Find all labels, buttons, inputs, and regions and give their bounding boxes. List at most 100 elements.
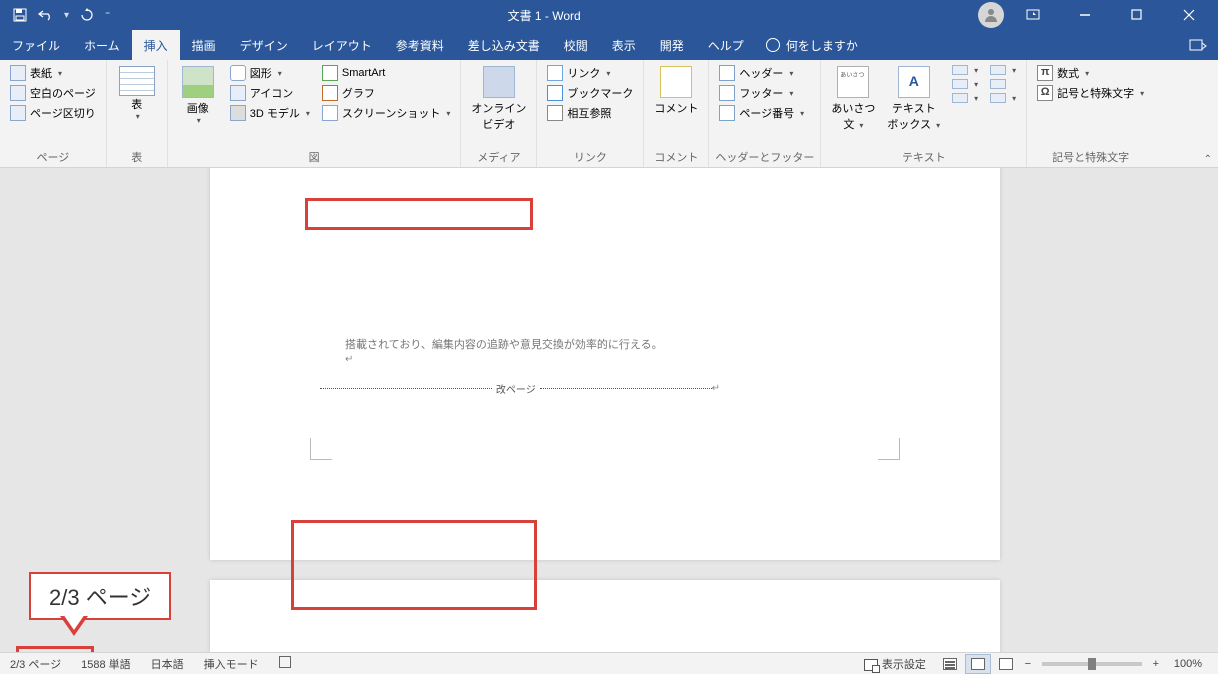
signature-line-button[interactable]: ▾ bbox=[986, 64, 1020, 76]
page-number-button[interactable]: ページ番号▾ bbox=[715, 104, 808, 122]
symbol-button[interactable]: Ω記号と特殊文字▾ bbox=[1033, 84, 1148, 102]
annotation-callout-text: 2/3 ページ bbox=[49, 585, 151, 610]
screenshot-button[interactable]: スクリーンショット▾ bbox=[318, 104, 454, 122]
online-video-button[interactable]: オンライン ビデオ bbox=[467, 64, 530, 134]
status-page-number[interactable]: 2/3 ページ bbox=[0, 656, 71, 672]
zoom-level[interactable]: 100% bbox=[1164, 658, 1218, 670]
tab-home[interactable]: ホーム bbox=[72, 30, 132, 60]
group-label-text: テキスト bbox=[827, 149, 1020, 165]
save-button[interactable] bbox=[12, 7, 28, 23]
header-button[interactable]: ヘッダー▾ bbox=[715, 64, 808, 82]
group-links: リンク▾ ブックマーク 相互参照 リンク bbox=[537, 60, 644, 167]
cover-page-button[interactable]: 表紙▾ bbox=[6, 64, 100, 82]
drop-cap-button[interactable]: ▾ bbox=[948, 92, 982, 104]
redo-button[interactable] bbox=[79, 7, 95, 23]
ribbon-display-options-button[interactable] bbox=[1010, 0, 1056, 30]
zoom-slider-thumb[interactable] bbox=[1088, 658, 1096, 670]
web-layout-button[interactable] bbox=[993, 654, 1019, 674]
ribbon-insert: 表紙▾ 空白のページ ページ区切り ページ 表 ▾ 表 画像 ▾ 図形▾ bbox=[0, 60, 1218, 168]
footer-button[interactable]: フッター▾ bbox=[715, 84, 808, 102]
tab-references[interactable]: 参考資料 bbox=[384, 30, 456, 60]
tab-insert[interactable]: 挿入 bbox=[132, 30, 180, 60]
smartart-button[interactable]: SmartArt bbox=[318, 64, 454, 82]
margin-corner bbox=[310, 438, 332, 460]
tab-file[interactable]: ファイル bbox=[0, 30, 72, 60]
equation-button[interactable]: π数式▾ bbox=[1033, 64, 1148, 82]
body-text[interactable]: 搭載されており、編集内容の追跡や意見交換が効率的に行える。 bbox=[345, 336, 663, 352]
zoom-slider[interactable] bbox=[1042, 662, 1142, 666]
group-header-footer: ヘッダー▾ フッター▾ ページ番号▾ ヘッダーとフッター bbox=[709, 60, 821, 167]
tab-help[interactable]: ヘルプ bbox=[696, 30, 756, 60]
account-button[interactable] bbox=[978, 2, 1004, 28]
chevron-down-icon: ▾ bbox=[859, 121, 863, 130]
page-break-indicator-1[interactable]: 改ページ↵ bbox=[320, 380, 720, 396]
display-settings-button[interactable]: 表示設定 bbox=[854, 656, 936, 672]
text-box-button[interactable]: A テキスト ボックス ▾ bbox=[883, 64, 944, 134]
greeting-button[interactable]: あいさつ 文 ▾ bbox=[827, 64, 879, 134]
display-settings-icon bbox=[864, 659, 878, 671]
wordart-button[interactable]: ▾ bbox=[948, 78, 982, 90]
status-word-count[interactable]: 1588 単語 bbox=[71, 656, 141, 672]
chevron-down-icon: ▾ bbox=[800, 109, 804, 118]
icons-button[interactable]: アイコン bbox=[226, 84, 314, 102]
comment-icon bbox=[660, 66, 692, 98]
tab-layout[interactable]: レイアウト bbox=[300, 30, 384, 60]
annotation-callout: 2/3 ページ bbox=[29, 572, 171, 620]
tab-view[interactable]: 表示 bbox=[600, 30, 648, 60]
tab-draw[interactable]: 描画 bbox=[180, 30, 228, 60]
tab-review[interactable]: 校閲 bbox=[552, 30, 600, 60]
link-button[interactable]: リンク▾ bbox=[543, 64, 637, 82]
3d-models-button[interactable]: 3D モデル▾ bbox=[226, 104, 314, 122]
page-2[interactable]: ↵ 改ページ↵ bbox=[210, 580, 1000, 652]
undo-dropdown-icon[interactable]: ▾ bbox=[64, 10, 69, 21]
status-macro-recording[interactable] bbox=[269, 656, 301, 671]
chevron-down-icon: ▾ bbox=[1085, 69, 1089, 78]
share-button[interactable] bbox=[1178, 30, 1218, 60]
date-time-button[interactable] bbox=[986, 78, 1020, 90]
status-insert-mode[interactable]: 挿入モード bbox=[194, 656, 269, 672]
greeting-icon bbox=[837, 66, 869, 98]
title-bar: ▾ ⁼ 文書 1 - Word bbox=[0, 0, 1218, 30]
chevron-down-icon: ▾ bbox=[197, 116, 201, 125]
close-button[interactable] bbox=[1166, 0, 1212, 30]
group-text: あいさつ 文 ▾ A テキスト ボックス ▾ ▾ ▾ ▾ ▾ ▾ bbox=[821, 60, 1027, 167]
zoom-in-button[interactable]: + bbox=[1148, 658, 1164, 670]
page-break-button[interactable]: ページ区切り bbox=[6, 104, 100, 122]
table-button[interactable]: 表 ▾ bbox=[113, 64, 161, 123]
margin-corner bbox=[878, 438, 900, 460]
qat-customize-icon[interactable]: ⁼ bbox=[105, 10, 110, 21]
minimize-button[interactable] bbox=[1062, 0, 1108, 30]
tell-me-search[interactable]: 何をしますか bbox=[756, 30, 868, 60]
print-layout-button[interactable] bbox=[965, 654, 991, 674]
page-1[interactable]: 搭載されており、編集内容の追跡や意見交換が効率的に行える。 ↵ 改ページ↵ bbox=[210, 168, 1000, 560]
comment-button[interactable]: コメント bbox=[650, 64, 702, 118]
collapse-ribbon-button[interactable]: ⌃ bbox=[1204, 154, 1212, 165]
tab-mailings[interactable]: 差し込み文書 bbox=[456, 30, 552, 60]
read-mode-button[interactable] bbox=[937, 654, 963, 674]
status-language[interactable]: 日本語 bbox=[141, 656, 194, 672]
group-pages: 表紙▾ 空白のページ ページ区切り ページ bbox=[0, 60, 107, 167]
document-area[interactable]: 搭載されており、編集内容の追跡や意見交換が効率的に行える。 ↵ 改ページ↵ ↵ … bbox=[0, 168, 1218, 652]
maximize-button[interactable] bbox=[1114, 0, 1160, 30]
group-label-comments: コメント bbox=[650, 149, 702, 165]
group-tables: 表 ▾ 表 bbox=[107, 60, 168, 167]
paragraph-mark-icon: ↵ bbox=[712, 383, 720, 394]
object-button[interactable]: ▾ bbox=[986, 92, 1020, 104]
group-label-symbols: 記号と特殊文字 bbox=[1033, 149, 1148, 165]
pictures-button[interactable]: 画像 ▾ bbox=[174, 64, 222, 127]
chart-button[interactable]: グラフ bbox=[318, 84, 454, 102]
zoom-out-button[interactable]: − bbox=[1020, 658, 1036, 670]
quick-parts-button[interactable]: ▾ bbox=[948, 64, 982, 76]
chevron-down-icon: ▾ bbox=[58, 69, 62, 78]
cross-reference-button[interactable]: 相互参照 bbox=[543, 104, 637, 122]
shapes-button[interactable]: 図形▾ bbox=[226, 64, 314, 82]
undo-button[interactable] bbox=[38, 7, 54, 23]
tab-developer[interactable]: 開発 bbox=[648, 30, 696, 60]
group-label-header-footer: ヘッダーとフッター bbox=[715, 149, 814, 165]
annotation-callout-tail-inner bbox=[63, 614, 85, 630]
tab-design[interactable]: デザイン bbox=[228, 30, 300, 60]
blank-page-button[interactable]: 空白のページ bbox=[6, 84, 100, 102]
group-label-media: メディア bbox=[467, 149, 530, 165]
bookmark-button[interactable]: ブックマーク bbox=[543, 84, 637, 102]
lightbulb-icon bbox=[766, 38, 780, 52]
